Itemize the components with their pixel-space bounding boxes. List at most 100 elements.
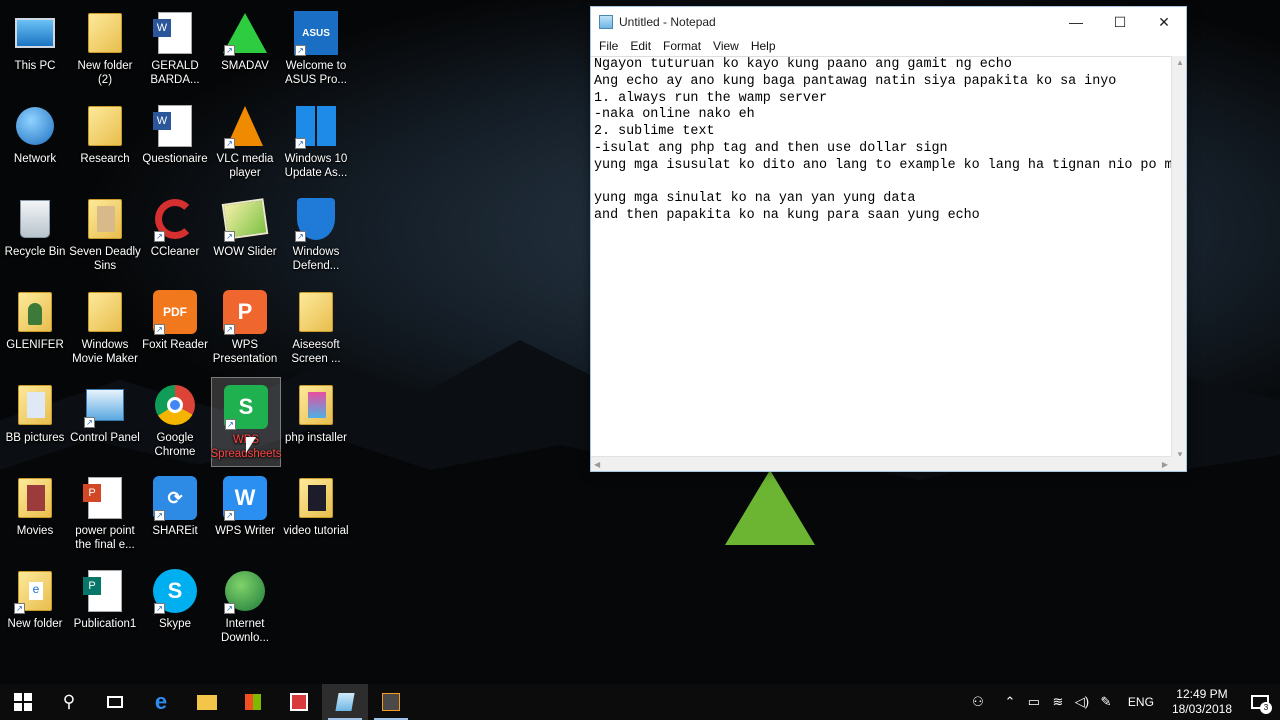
- input-language[interactable]: ENG: [1118, 695, 1164, 709]
- task-view-button[interactable]: [92, 684, 138, 720]
- desktop-icon-label: SHAREit: [152, 525, 198, 537]
- desktop-icon-label: Aiseesoft Screen ...: [291, 339, 341, 365]
- folder-icon: [88, 199, 122, 239]
- vlc-desktop-icon[interactable]: ↗ VLC media player: [210, 97, 280, 187]
- smadav-desktop-icon[interactable]: ↗ SMADAV: [210, 4, 280, 94]
- desktop-icon-label: Foxit Reader: [142, 339, 208, 351]
- menu-file[interactable]: File: [593, 37, 624, 55]
- power-point-doc-desktop-icon[interactable]: P power point the final e...: [70, 469, 140, 559]
- maximize-button[interactable]: ☐: [1098, 7, 1142, 37]
- menu-bar: File Edit Format View Help: [591, 37, 1186, 55]
- bb-pictures-desktop-icon[interactable]: BB pictures: [0, 376, 70, 466]
- menu-view[interactable]: View: [707, 37, 745, 55]
- desktop-icon-label: GERALD BARDA...: [150, 60, 200, 86]
- start-button[interactable]: [0, 684, 46, 720]
- scroll-left-arrow-icon[interactable]: ◀: [594, 460, 600, 469]
- foxit-reader-desktop-icon[interactable]: PDF ↗ Foxit Reader: [140, 283, 210, 373]
- shortcut-arrow-icon: ↗: [295, 231, 306, 242]
- globe-network-icon: [16, 107, 54, 145]
- network-desktop-icon[interactable]: Network: [0, 97, 70, 187]
- questionaire-desktop-icon[interactable]: W Questionaire: [140, 97, 210, 187]
- gift-taskbar-button[interactable]: [276, 684, 322, 720]
- wifi-icon[interactable]: ≋: [1046, 694, 1070, 710]
- desktop-icon-label: Questionaire: [142, 153, 208, 165]
- sublime-text-taskbar-button[interactable]: [368, 684, 414, 720]
- desktop-icon-label: This PC: [14, 60, 56, 72]
- store-taskbar-button[interactable]: [230, 684, 276, 720]
- desktop-icon-label: Google Chrome: [154, 432, 196, 458]
- seven-deadly-sins-desktop-icon[interactable]: Seven Deadly Sins: [69, 190, 141, 280]
- folder-icon: [299, 478, 333, 518]
- show-hidden-icons-chevron-up-icon[interactable]: ⌃: [998, 694, 1022, 710]
- new-folder-desktop-icon[interactable]: e ↗ New folder: [0, 562, 70, 652]
- shareit-desktop-icon[interactable]: ⟳ ↗ SHAREit: [140, 469, 210, 559]
- wow-slider-desktop-icon[interactable]: ↗ WOW Slider: [210, 190, 280, 280]
- notification-count-badge: 3: [1260, 702, 1272, 714]
- desktop-icon-label: BB pictures: [5, 432, 65, 444]
- desktop-icon-label: WOW Slider: [213, 246, 277, 258]
- wps-writer-desktop-icon[interactable]: W ↗ WPS Writer: [210, 469, 280, 559]
- menu-help[interactable]: Help: [745, 37, 782, 55]
- scroll-up-arrow-icon[interactable]: ▲: [1176, 58, 1184, 67]
- wps-spreadsheets-desktop-icon[interactable]: S ↗ WPS Spreadsheets: [211, 377, 281, 467]
- research-desktop-icon[interactable]: Research: [70, 97, 140, 187]
- notepad-window[interactable]: Untitled - Notepad — ☐ ✕ File Edit Forma…: [590, 6, 1187, 472]
- folder-icon: [197, 694, 217, 710]
- close-button[interactable]: ✕: [1142, 7, 1186, 37]
- wps-presentation-desktop-icon[interactable]: P ↗ WPS Presentation: [210, 283, 280, 373]
- resize-corner: [1171, 456, 1186, 471]
- skype-desktop-icon[interactable]: S ↗ Skype: [140, 562, 210, 652]
- person-icon: [28, 303, 42, 325]
- movies-desktop-icon[interactable]: Movies: [0, 469, 70, 559]
- publication1-desktop-icon[interactable]: P Publication1: [70, 562, 140, 652]
- shortcut-arrow-icon: ↗: [295, 45, 306, 56]
- menu-format[interactable]: Format: [657, 37, 707, 55]
- this-pc-desktop-icon[interactable]: This PC: [0, 4, 70, 94]
- desktop-icon-label: Network: [13, 153, 57, 165]
- internet-download-manager-desktop-icon[interactable]: ↗ Internet Downlo...: [210, 562, 280, 652]
- desktop-icon-label: New folder: [7, 618, 63, 630]
- google-chrome-desktop-icon[interactable]: Google Chrome: [140, 376, 210, 466]
- notepad-taskbar-button[interactable]: [322, 684, 368, 720]
- clock-time: 12:49 PM: [1176, 687, 1228, 701]
- aiseesoft-screen-desktop-icon[interactable]: Aiseesoft Screen ...: [281, 283, 351, 373]
- video-tutorial-desktop-icon[interactable]: video tutorial: [281, 469, 351, 559]
- clock[interactable]: 12:49 PM 18/03/2018: [1164, 687, 1240, 717]
- minimize-button[interactable]: —: [1054, 7, 1098, 37]
- pen-ink-icon[interactable]: ✎: [1094, 694, 1118, 710]
- file-explorer-taskbar-button[interactable]: [184, 684, 230, 720]
- text-editor-area[interactable]: Ngayon tuturuan ko kayo kung paano ang g…: [591, 56, 1171, 461]
- action-center-button[interactable]: 3: [1240, 684, 1280, 720]
- desktop-icon-label: GLENIFER: [6, 339, 64, 351]
- new-folder-2-desktop-icon[interactable]: New folder (2): [70, 4, 140, 94]
- scroll-right-arrow-icon[interactable]: ▶: [1162, 460, 1168, 469]
- gerald-barda-desktop-icon[interactable]: W GERALD BARDA...: [140, 4, 210, 94]
- shortcut-arrow-icon: ↗: [154, 231, 165, 242]
- notepad-title-bar[interactable]: Untitled - Notepad — ☐ ✕: [591, 7, 1186, 37]
- desktop-icon-label: New folder (2): [77, 60, 133, 86]
- sublime-text-icon: [382, 693, 400, 711]
- desktop-icon-label: Windows 10 Update As...: [284, 153, 348, 179]
- windows-10-update-desktop-icon[interactable]: ↗ Windows 10 Update As...: [281, 97, 351, 187]
- shortcut-arrow-icon: ↗: [154, 324, 165, 335]
- desktop-icon-label: Research: [80, 153, 130, 165]
- vertical-scrollbar[interactable]: ▲ ▼: [1171, 56, 1186, 461]
- edge-taskbar-button[interactable]: e: [138, 684, 184, 720]
- desktop-icon-label: Recycle Bin: [4, 246, 66, 258]
- recycle-bin-desktop-icon[interactable]: Recycle Bin: [0, 190, 70, 280]
- windows-movie-maker-desktop-icon[interactable]: Windows Movie Maker: [70, 283, 140, 373]
- horizontal-scrollbar[interactable]: ◀ ▶: [591, 456, 1171, 471]
- control-panel-desktop-icon[interactable]: ↗ Control Panel: [70, 376, 140, 466]
- windows-defender-desktop-icon[interactable]: ↗ Windows Defend...: [281, 190, 351, 280]
- glenifer-desktop-icon[interactable]: GLENIFER: [0, 283, 70, 373]
- shortcut-arrow-icon: ↗: [224, 138, 235, 149]
- people-icon[interactable]: ⚇: [966, 694, 990, 710]
- welcome-asus-desktop-icon[interactable]: ASUS ↗ Welcome to ASUS Pro...: [281, 4, 351, 94]
- php-installer-desktop-icon[interactable]: php installer: [281, 376, 351, 466]
- ccleaner-desktop-icon[interactable]: ↗ CCleaner: [140, 190, 210, 280]
- menu-edit[interactable]: Edit: [624, 37, 657, 55]
- volume-icon[interactable]: ◁): [1070, 694, 1094, 710]
- desktop-icon-label: Skype: [159, 618, 191, 630]
- search-button[interactable]: ⚲: [46, 684, 92, 720]
- battery-icon[interactable]: ▭: [1022, 694, 1046, 710]
